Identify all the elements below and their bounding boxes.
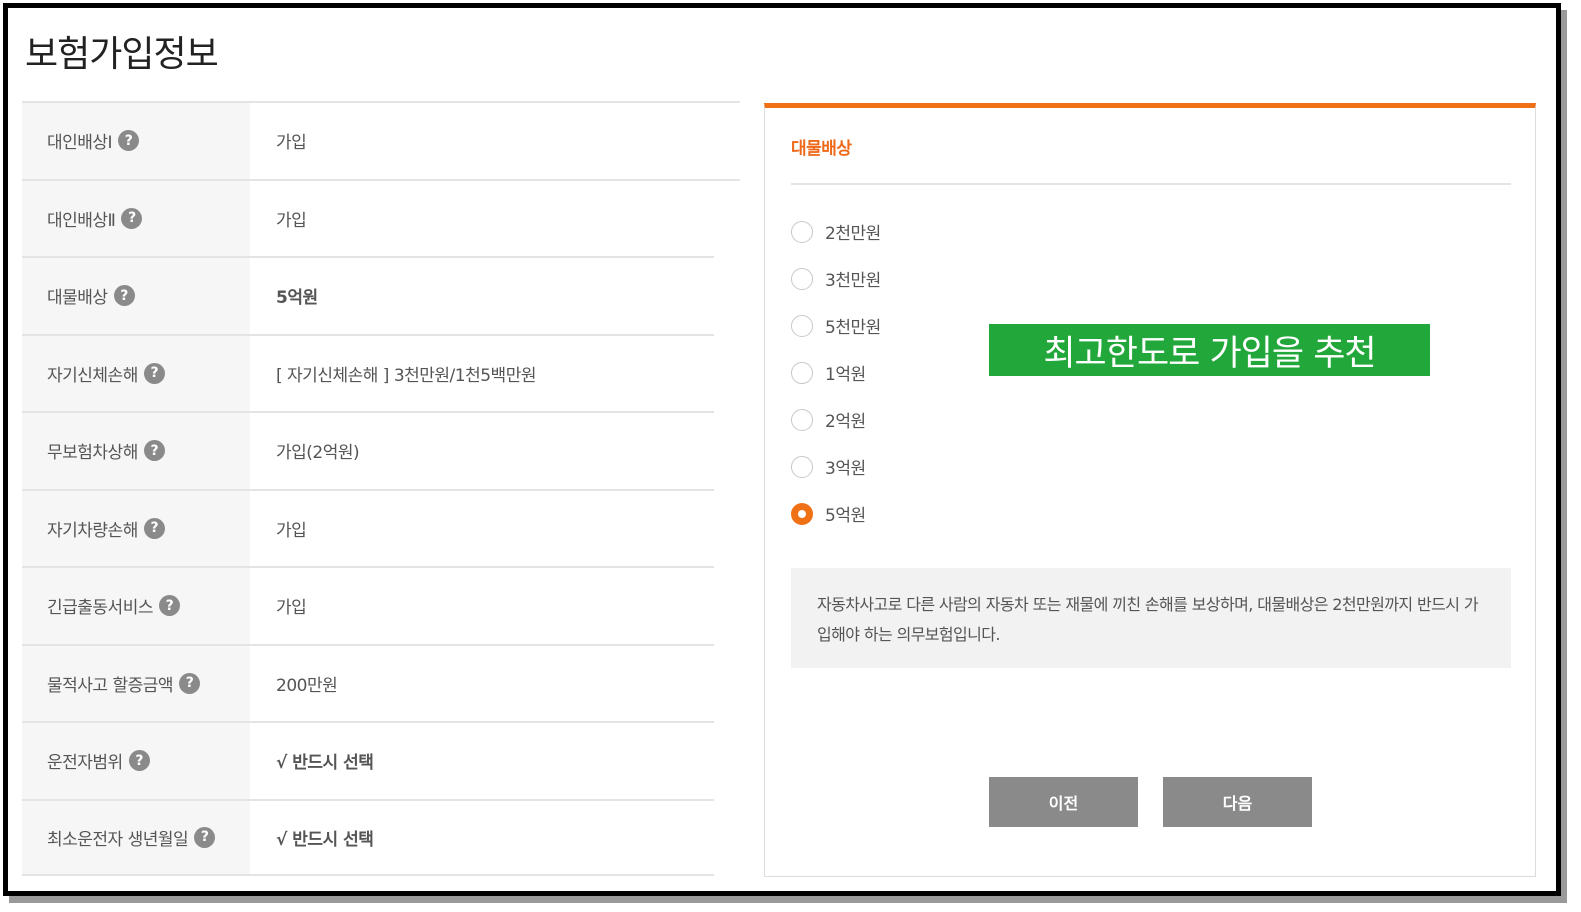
help-icon[interactable]: ? [118, 130, 140, 152]
row-value: 200만원 [276, 675, 338, 696]
radio-option[interactable]: 3억원 [791, 443, 881, 490]
row-value: 가입 [276, 598, 307, 619]
coverage-description: 자동차사고로 다른 사람의 자동차 또는 재물에 끼친 손해를 보상하며, 대물… [791, 568, 1511, 668]
help-icon[interactable]: ? [121, 207, 143, 229]
row-label: 대물배상? [22, 258, 250, 334]
row-label: 대인배상Ⅱ? [22, 180, 250, 256]
radio-option[interactable]: 2억원 [791, 396, 881, 443]
panel-title: 대물배상 [791, 139, 852, 159]
radio-button[interactable] [791, 314, 813, 337]
divider [791, 183, 1511, 185]
help-icon[interactable]: ? [113, 285, 135, 307]
row-label: 자기차량손해? [22, 490, 250, 566]
info-row-own-vehicle-damage: 자기차량손해? 가입 [22, 488, 714, 566]
help-icon[interactable]: ? [194, 826, 216, 848]
recommendation-banner: 최고한도로 가입을 추천 [989, 324, 1430, 376]
radio-option[interactable]: 3천만원 [791, 255, 881, 302]
row-value: 가입 [276, 210, 307, 231]
info-row-uninsured-vehicle: 무보험차상해? 가입(2억원) [22, 411, 714, 489]
help-icon[interactable]: ? [179, 672, 201, 694]
info-row-min-driver-birthdate[interactable]: 최소운전자 생년월일? √ 반드시 선택 [22, 798, 714, 876]
radio-option[interactable]: 2천만원 [791, 208, 881, 255]
row-value[interactable]: √ 반드시 선택 [250, 723, 714, 799]
radio-button-checked[interactable] [791, 502, 813, 525]
row-label: 긴급출동서비스? [22, 568, 250, 644]
property-damage-panel: 대물배상 2천만원 3천만원 5천만원 1억원 2억원 3억원 5억원 최고한도… [764, 103, 1536, 877]
radio-button[interactable] [791, 455, 813, 478]
help-icon[interactable]: ? [128, 750, 150, 772]
radio-option-selected[interactable]: 5억원 [791, 490, 881, 537]
radio-button[interactable] [791, 361, 813, 384]
row-label: 대인배상Ⅰ? [22, 103, 250, 179]
row-value: 가입(2억원) [276, 443, 360, 464]
radio-button[interactable] [791, 220, 813, 243]
row-value: 5억원 [276, 288, 318, 309]
radio-option[interactable]: 1억원 [791, 349, 881, 396]
insurance-info-table: 대인배상Ⅰ? 가입 대인배상Ⅱ? 가입 대물배상? 5억원 자기신체손해? [ … [22, 101, 740, 876]
row-value: [ 자기신체손해 ] 3천만원/1천5백만원 [276, 365, 536, 386]
prev-button[interactable]: 이전 [989, 777, 1138, 827]
help-icon[interactable]: ? [158, 595, 180, 617]
coverage-option-list: 2천만원 3천만원 5천만원 1억원 2억원 3억원 5억원 [791, 208, 881, 537]
row-label: 무보험차상해? [22, 413, 250, 489]
info-row-bodily-injury-2: 대인배상Ⅱ? 가입 [22, 178, 740, 256]
row-value: 가입 [276, 133, 307, 154]
info-row-driver-range[interactable]: 운전자범위? √ 반드시 선택 [22, 721, 714, 799]
info-row-bodily-injury-1: 대인배상Ⅰ? 가입 [22, 101, 740, 179]
info-row-surcharge-amount: 물적사고 할증금액? 200만원 [22, 643, 714, 721]
row-value: 가입 [276, 520, 307, 541]
help-icon[interactable]: ? [143, 362, 165, 384]
help-icon[interactable]: ? [143, 440, 165, 462]
info-row-property-damage: 대물배상? 5억원 [22, 256, 714, 334]
page-title: 보험가입정보 [25, 34, 219, 75]
row-label: 운전자범위? [22, 723, 250, 799]
row-value[interactable]: √ 반드시 선택 [250, 801, 714, 875]
radio-option[interactable]: 5천만원 [791, 302, 881, 349]
help-icon[interactable]: ? [143, 517, 165, 539]
radio-button[interactable] [791, 408, 813, 431]
row-label: 물적사고 할증금액? [22, 645, 250, 721]
row-label: 최소운전자 생년월일? [22, 800, 250, 874]
next-button[interactable]: 다음 [1163, 777, 1312, 827]
radio-button[interactable] [791, 267, 813, 290]
info-row-personal-injury: 자기신체손해? [ 자기신체손해 ] 3천만원/1천5백만원 [22, 333, 714, 411]
page-frame: 보험가입정보 대인배상Ⅰ? 가입 대인배상Ⅱ? 가입 대물배상? 5억원 자기신… [3, 3, 1561, 896]
row-label: 자기신체손해? [22, 335, 250, 411]
info-row-emergency-service: 긴급출동서비스? 가입 [22, 566, 714, 644]
